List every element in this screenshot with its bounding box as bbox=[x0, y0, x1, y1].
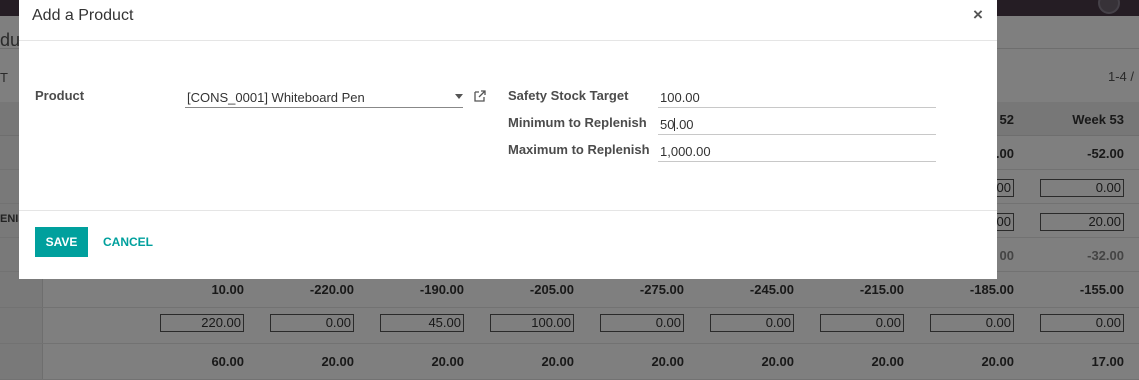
chevron-down-icon[interactable] bbox=[455, 94, 463, 99]
min-replenish-value: 50.00 bbox=[658, 117, 694, 132]
safety-stock-value: 100.00 bbox=[660, 90, 700, 105]
save-button[interactable]: SAVE bbox=[35, 227, 88, 257]
dialog-footer: SAVE CANCEL bbox=[19, 211, 997, 278]
min-replenish-field[interactable]: 50.00 bbox=[658, 111, 936, 135]
add-product-dialog: Add a Product × Product [CONS_0001] Whit… bbox=[19, 0, 997, 279]
safety-stock-label: Safety Stock Target bbox=[508, 88, 629, 103]
product-value: [CONS_0001] Whiteboard Pen bbox=[187, 90, 365, 105]
dialog-header: Add a Product × bbox=[19, 0, 997, 41]
product-label: Product bbox=[35, 88, 85, 103]
min-replenish-value-end: .00 bbox=[675, 117, 694, 132]
max-replenish-value: 1,000.00 bbox=[660, 144, 711, 159]
cancel-button[interactable]: CANCEL bbox=[103, 235, 153, 249]
max-replenish-field[interactable]: 1,000.00 bbox=[658, 138, 936, 162]
min-replenish-label: Minimum to Replenish bbox=[508, 115, 647, 130]
safety-stock-field[interactable]: 100.00 bbox=[658, 84, 936, 108]
min-replenish-value-start: 50 bbox=[660, 117, 675, 132]
product-select[interactable]: [CONS_0001] Whiteboard Pen bbox=[185, 84, 463, 108]
close-icon[interactable]: × bbox=[973, 5, 983, 25]
max-replenish-label: Maximum to Replenish bbox=[508, 142, 650, 157]
dialog-title: Add a Product bbox=[32, 7, 134, 24]
dialog-body: Product [CONS_0001] Whiteboard Pen Safet… bbox=[19, 41, 997, 211]
external-link-icon[interactable] bbox=[473, 89, 487, 103]
